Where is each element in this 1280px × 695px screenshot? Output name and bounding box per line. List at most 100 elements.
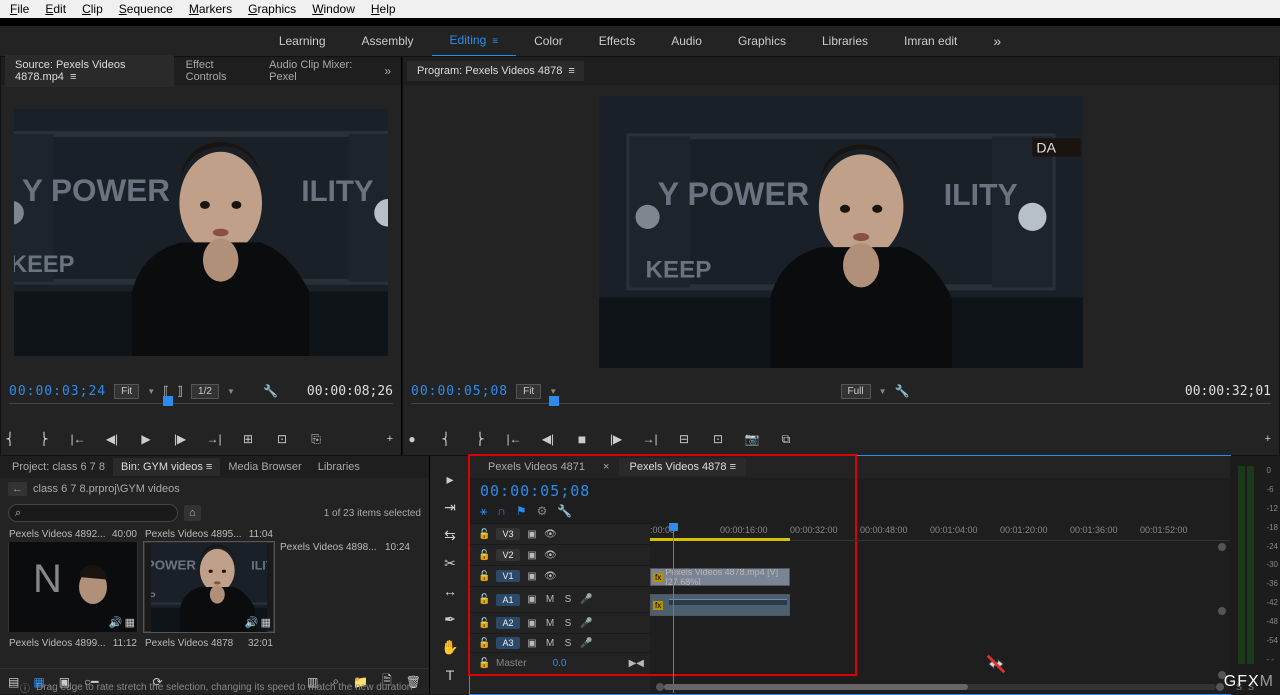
- burger-icon: ≡: [492, 36, 498, 47]
- button-editor-icon[interactable]: +: [387, 433, 393, 445]
- list-view-icon[interactable]: ▤: [8, 675, 19, 689]
- hand-tool-icon[interactable]: ✋: [441, 638, 459, 656]
- audio-meters: 0-6-12 -18-24-30 -36-42-48 -54- - SS: [1230, 456, 1280, 694]
- mark-out-icon[interactable]: ⎬: [35, 432, 53, 446]
- menu-help[interactable]: Help: [363, 0, 404, 18]
- ws-assembly[interactable]: Assembly: [344, 26, 432, 56]
- comparison-icon[interactable]: ⧉: [777, 432, 795, 447]
- watermark-logo: GFXM: [1224, 673, 1274, 691]
- menu-edit[interactable]: Edit: [37, 0, 74, 18]
- svg-text:N: N: [33, 557, 62, 601]
- ripple-tool-icon[interactable]: ⇆: [441, 526, 459, 544]
- menu-sequence[interactable]: Sequence: [111, 0, 181, 18]
- ws-color[interactable]: Color: [516, 26, 581, 56]
- audio-mixer-tab[interactable]: Audio Clip Mixer: Pexel: [259, 55, 376, 87]
- h-scrollbar[interactable]: [664, 684, 1216, 690]
- video-clip[interactable]: fxPexels Videos 4878.mp4 [V] [27.68%]: [650, 568, 790, 586]
- ws-learning[interactable]: Learning: [261, 26, 344, 56]
- menu-graphics[interactable]: Graphics: [240, 0, 304, 18]
- step-fwd-icon[interactable]: |▶: [607, 432, 625, 446]
- source-fit-select[interactable]: Fit: [114, 384, 139, 399]
- ws-audio[interactable]: Audio: [653, 26, 720, 56]
- ws-overflow-icon[interactable]: »: [975, 25, 1019, 57]
- button-editor-icon[interactable]: +: [1265, 433, 1271, 445]
- program-tab[interactable]: Program: Pexels Videos 4878≡: [407, 61, 584, 81]
- film-icon: ▦: [125, 616, 135, 629]
- step-back-icon[interactable]: ◀|: [103, 432, 121, 446]
- burger-icon: ≡: [568, 65, 573, 77]
- selection-info: 1 of 23 items selected: [324, 508, 421, 519]
- program-fit-select[interactable]: Fit: [516, 384, 541, 399]
- overwrite-icon[interactable]: ⊡: [273, 432, 291, 446]
- track-select-tool-icon[interactable]: ⇥: [441, 498, 459, 516]
- menu-window[interactable]: Window: [304, 0, 363, 18]
- zoom-out-icon[interactable]: [656, 683, 664, 691]
- step-fwd-icon[interactable]: |▶: [171, 432, 189, 446]
- program-in-timecode[interactable]: 00:00:05;08: [411, 384, 508, 399]
- ws-libraries[interactable]: Libraries: [804, 26, 886, 56]
- play-icon[interactable]: ▶: [137, 432, 155, 446]
- type-tool-icon[interactable]: T: [441, 666, 459, 684]
- burger-icon: ≡: [206, 461, 212, 473]
- menu-clip[interactable]: Clip: [74, 0, 111, 18]
- menu-markers[interactable]: Markers: [181, 0, 240, 18]
- insert-icon[interactable]: ⊞: [239, 432, 257, 446]
- bracket-out-icon[interactable]: ⟧: [177, 384, 183, 398]
- mark-out-icon[interactable]: ⎬: [471, 432, 489, 446]
- pen-tool-icon[interactable]: ✒: [441, 610, 459, 628]
- bin-item-0[interactable]: Pexels Videos 4892...40:00 N 🔊▦ Pexels V…: [8, 542, 138, 632]
- source-ruler[interactable]: [9, 403, 393, 423]
- overflow-icon[interactable]: »: [378, 64, 397, 78]
- extract-icon[interactable]: ⊡: [709, 432, 727, 446]
- media-browser-tab[interactable]: Media Browser: [220, 458, 309, 476]
- audio-icon: 🔊: [109, 616, 123, 629]
- lift-icon[interactable]: ⊟: [675, 432, 693, 446]
- mark-in-icon[interactable]: ⎨: [1, 432, 19, 446]
- step-back-icon[interactable]: ◀|: [539, 432, 557, 446]
- filter-icon[interactable]: ⌂: [184, 505, 201, 521]
- ws-custom[interactable]: Imran edit: [886, 26, 975, 56]
- scroll-v-top[interactable]: [1218, 543, 1226, 551]
- wrench-icon[interactable]: 🔧: [895, 384, 910, 398]
- burger-icon: ≡: [70, 71, 75, 83]
- razor-tool-icon[interactable]: ✂: [441, 554, 459, 572]
- search-input[interactable]: ⌕: [8, 504, 178, 522]
- source-zoom-select[interactable]: 1/2: [191, 384, 219, 399]
- program-res-select[interactable]: Full: [841, 384, 871, 399]
- menu-file[interactable]: FFileile: [2, 0, 37, 18]
- ws-editing[interactable]: Editing≡: [432, 25, 517, 57]
- export-frame-icon[interactable]: ⎘: [307, 432, 325, 447]
- bin-tab[interactable]: Bin: GYM videos ≡: [113, 458, 220, 476]
- timeline-tracks[interactable]: :00:00 00:00:16:00 00:00:32:00 00:00:48:…: [650, 523, 1230, 693]
- slip-tool-icon[interactable]: ↔: [441, 582, 459, 600]
- go-in-icon[interactable]: |←: [505, 432, 523, 446]
- rate-stretch-cursor-icon: [985, 653, 1007, 675]
- project-tab[interactable]: Project: class 6 7 8: [4, 458, 113, 476]
- source-in-timecode[interactable]: 00:00:03;24: [9, 384, 106, 399]
- timeline-panel: Pexels Videos 4871× Pexels Videos 4878 ≡…: [470, 456, 1230, 694]
- export-frame-icon[interactable]: 📷: [743, 432, 761, 446]
- libraries-tab[interactable]: Libraries: [310, 458, 368, 476]
- program-monitor[interactable]: [599, 96, 1083, 368]
- source-out-timecode: 00:00:08;26: [307, 384, 393, 399]
- ws-graphics[interactable]: Graphics: [720, 26, 804, 56]
- source-tab[interactable]: Source: Pexels Videos 4878.mp4≡: [5, 55, 174, 87]
- add-marker-icon[interactable]: ●: [403, 432, 421, 446]
- program-ruler[interactable]: [411, 403, 1271, 423]
- source-monitor[interactable]: [14, 109, 388, 356]
- audio-icon: 🔊: [245, 616, 259, 629]
- mark-in-icon[interactable]: ⎨: [437, 432, 455, 446]
- bin-item-1[interactable]: Pexels Videos 4895...11:04 🔊▦ Pexels Vid…: [144, 542, 274, 632]
- nav-up-icon[interactable]: ←: [8, 482, 27, 496]
- go-out-icon[interactable]: →|: [205, 432, 223, 446]
- ws-effects[interactable]: Effects: [581, 26, 653, 56]
- go-out-icon[interactable]: →|: [641, 432, 659, 446]
- go-in-icon[interactable]: |←: [69, 432, 87, 446]
- audio-clip[interactable]: fx: [650, 594, 790, 616]
- selection-tool-icon[interactable]: ▸: [441, 470, 459, 488]
- scroll-v-mid[interactable]: [1218, 607, 1226, 615]
- play-icon[interactable]: ■: [573, 431, 591, 447]
- breadcrumb: class 6 7 8.prproj\GYM videos: [33, 483, 180, 495]
- effect-controls-tab[interactable]: Effect Controls: [176, 55, 258, 87]
- wrench-icon[interactable]: 🔧: [263, 384, 278, 398]
